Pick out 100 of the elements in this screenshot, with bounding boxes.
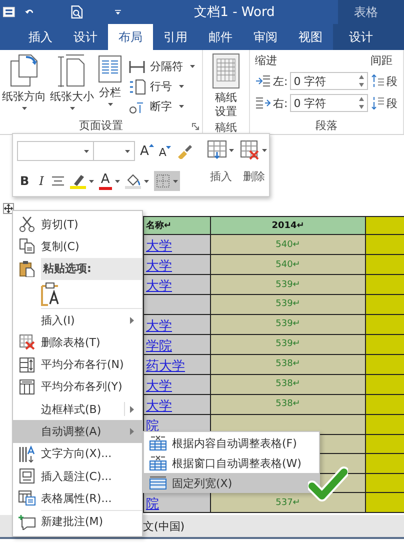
delete-table-button[interactable]: 删除 xyxy=(237,140,270,196)
ribbon-tab[interactable]: 布局 xyxy=(108,24,153,50)
borders-button[interactable] xyxy=(154,171,180,191)
table-cell xyxy=(366,274,404,294)
table-cell: 540↵ xyxy=(210,234,366,254)
ribbon-tab[interactable]: 审阅 xyxy=(243,24,288,50)
shrink-font-button[interactable]: A xyxy=(158,146,172,158)
font-name-field[interactable] xyxy=(17,141,94,161)
school-link[interactable]: 大学 xyxy=(146,238,172,254)
ribbon-button[interactable]: 纸张大小 xyxy=(48,50,96,116)
ribbon-button[interactable]: 稿纸设置 xyxy=(204,50,248,120)
group-label: 段落 xyxy=(316,118,338,132)
format-painter-icon[interactable] xyxy=(176,143,192,159)
menu-item[interactable]: 平均分布各行(N) xyxy=(13,353,142,376)
table-cell xyxy=(366,454,404,473)
table-cell xyxy=(366,354,404,374)
font-color-button[interactable]: A xyxy=(98,172,120,190)
ribbon-button[interactable]: 分隔符 xyxy=(128,57,195,76)
caret-icon xyxy=(88,180,94,182)
table-cell xyxy=(366,434,404,454)
spacing-before-icon xyxy=(370,74,385,88)
school-link[interactable]: 药大学 xyxy=(146,358,185,374)
menu-item[interactable]: 自动调整(A) xyxy=(13,420,142,443)
center-align-icon[interactable] xyxy=(50,175,65,187)
ribbon-tab[interactable]: 引用 xyxy=(153,24,198,50)
font-size-field[interactable] xyxy=(93,141,135,161)
menu-item[interactable]: 根据窗口自动调整表格(W) xyxy=(144,453,319,473)
table-cell xyxy=(366,234,404,254)
move-handle-icon[interactable] xyxy=(3,203,14,214)
dialog-launcher-icon[interactable] xyxy=(192,123,199,130)
school-link[interactable]: 大学 xyxy=(146,318,172,334)
border-grid-icon xyxy=(156,174,170,188)
delete-table-icon xyxy=(19,334,35,350)
school-link[interactable]: 学院 xyxy=(146,338,172,354)
caret-icon xyxy=(179,105,184,108)
ribbon-tab[interactable]: 设计 xyxy=(63,24,108,50)
ribbon-button[interactable]: 纸张方向 xyxy=(0,50,48,116)
table-cell xyxy=(366,314,404,334)
caret-icon xyxy=(114,180,120,182)
menu-item[interactable]: 插入题注(C)... xyxy=(13,464,142,488)
column-header: 2014↵ xyxy=(210,216,366,234)
ribbon-tab[interactable]: 插入 xyxy=(18,24,63,50)
caret-icon xyxy=(172,180,178,182)
clipboard-icon[interactable] xyxy=(40,282,60,306)
customize-icon[interactable] xyxy=(115,8,121,16)
spin-arrows-icon xyxy=(358,96,364,110)
ribbon-button[interactable]: 分栏 xyxy=(96,50,124,116)
menu-item[interactable]: 固定列宽(X) xyxy=(144,473,319,493)
menu-item[interactable]: 边框样式(B) xyxy=(13,398,142,420)
column-header: 名称↵ xyxy=(144,216,210,234)
comment-icon xyxy=(18,514,36,530)
grow-font-button[interactable]: A xyxy=(140,144,154,158)
table-cell: 540↵ xyxy=(210,254,366,274)
autofit-table-icon xyxy=(149,455,167,471)
menu-item[interactable]: 平均分布各列(Y) xyxy=(13,376,142,398)
ribbon-tab[interactable]: 视图 xyxy=(288,24,333,50)
language-status[interactable]: 文(中国) xyxy=(143,518,185,534)
print-preview-icon[interactable] xyxy=(71,4,84,20)
text-direction-icon xyxy=(18,444,36,463)
section-label: 缩进 xyxy=(255,53,278,69)
menu-item[interactable]: 插入(I) xyxy=(13,308,142,332)
ribbon-tab[interactable]: 邮件 xyxy=(198,24,243,50)
submenu-arrow-icon xyxy=(130,406,134,414)
ribbon-button[interactable]: 断字 xyxy=(128,97,195,116)
menu-item[interactable]: 新建批注(M) xyxy=(13,510,142,533)
field-label: 右: xyxy=(273,96,288,110)
context-title: 表格 xyxy=(338,0,404,24)
menu-item[interactable]: 根据内容自动调整表格(F) xyxy=(144,433,319,453)
insert-table-button[interactable]: 插入 xyxy=(204,140,238,196)
table-cell xyxy=(366,216,404,234)
menu-item[interactable]: 文字方向(X)... xyxy=(13,442,142,465)
italic-button[interactable]: I xyxy=(37,174,46,188)
school-link[interactable]: 院 xyxy=(146,418,159,434)
menu-item[interactable]: 表格属性(R)... xyxy=(13,487,142,510)
spin-field[interactable]: 0 字符 xyxy=(290,72,368,90)
page-break-icon xyxy=(128,58,146,74)
menu-item[interactable]: 复制(C) xyxy=(13,235,142,258)
caret-icon xyxy=(144,180,149,182)
menu-item[interactable]: 剪切(T) xyxy=(13,213,142,236)
table-cell: 538↵ xyxy=(210,394,366,414)
caret-icon xyxy=(70,107,74,110)
school-link[interactable]: 大学 xyxy=(146,258,172,274)
school-link[interactable]: 大学 xyxy=(146,278,172,294)
paint-bucket-icon xyxy=(124,173,141,189)
highlighter-icon xyxy=(70,173,86,189)
bold-button[interactable]: B xyxy=(17,174,32,188)
school-link[interactable]: 大学 xyxy=(146,378,172,394)
copy-icon xyxy=(19,238,35,254)
table-cell: 538↵ xyxy=(210,354,366,374)
school-link[interactable]: 院 xyxy=(146,496,159,512)
spin-field[interactable]: 0 字符 xyxy=(290,94,368,112)
table-cell: 537↵ xyxy=(210,492,366,512)
table-cell xyxy=(366,334,404,354)
app-icon[interactable] xyxy=(3,6,15,18)
section-label: 间距 xyxy=(370,53,394,69)
ribbon-button[interactable]: 行号 xyxy=(128,77,195,96)
menu-item[interactable]: 删除表格(T) xyxy=(13,331,142,354)
school-link[interactable]: 大学 xyxy=(146,398,172,414)
ribbon-tab[interactable]: 设计 xyxy=(333,24,404,50)
caret-up-icon xyxy=(148,144,154,146)
